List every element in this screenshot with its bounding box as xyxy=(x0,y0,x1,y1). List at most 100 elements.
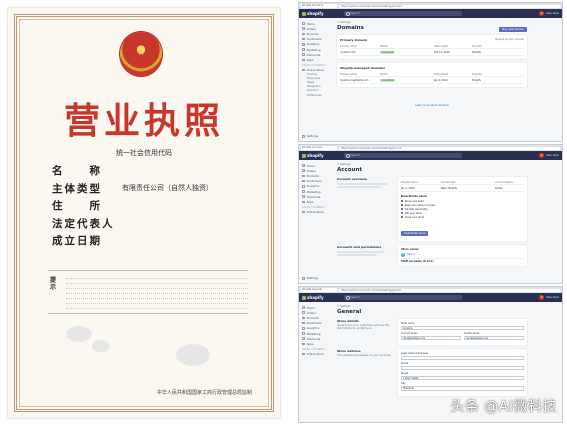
owner-label: Store owner xyxy=(401,248,419,251)
legal-name-field[interactable] xyxy=(401,355,524,361)
sender-email-field[interactable]: rain@example.com xyxy=(464,335,524,341)
search-input[interactable]: Search xyxy=(344,153,462,159)
orders-icon xyxy=(302,27,305,31)
discounts-icon xyxy=(302,53,305,57)
shopify-bag-icon xyxy=(302,295,306,300)
home-icon xyxy=(302,22,305,25)
store-icon xyxy=(302,68,305,72)
staff-heading: Staff accounts (0 of 2) xyxy=(401,258,524,263)
sidebar: Home Orders Products Customers Analytics… xyxy=(299,18,329,141)
phone-field[interactable] xyxy=(401,365,524,371)
address-bar[interactable]: https://mystore.myshopify.com/admin/sett… xyxy=(339,4,560,8)
sidebar: Home Orders Products Customers Analytics… xyxy=(299,160,329,283)
credit-code-label: 统一社会信用代码 xyxy=(116,149,172,157)
account-screenshot: Shopify Account https://mystore.myshopif… xyxy=(298,144,563,284)
search-input[interactable]: Search xyxy=(344,11,462,17)
business-license: ★ 营业执照 统一社会信用代码 名 称 主体类型 有限责任公司（自然人独资） 住… xyxy=(8,8,280,418)
store-name[interactable]: Rain store xyxy=(546,12,559,15)
redaction-blot xyxy=(66,326,92,342)
products-icon xyxy=(302,32,305,36)
store-details-description: Store details Shopify and your customers… xyxy=(337,319,390,330)
sales-channels-heading: SALES CHANNELS xyxy=(302,63,326,67)
page-title: General xyxy=(337,309,362,315)
primary-domain-card: Primary domain Change primary domain Dom… xyxy=(337,35,527,59)
avatar[interactable]: R xyxy=(539,11,545,16)
customers-icon xyxy=(302,37,305,41)
sales-channels-heading: SALES CHANNELS xyxy=(302,347,326,351)
shopify-logo[interactable]: shopify xyxy=(302,153,344,158)
permissions-description: Accounts and permissions xyxy=(337,245,392,270)
field-row-name: 名 称 xyxy=(52,162,213,180)
breadcrumb[interactable]: < Settings xyxy=(337,163,527,166)
sidebar-sub-preferences[interactable]: Preferences xyxy=(299,94,329,98)
store-name-field[interactable]: mystore xyxy=(401,325,524,331)
marketing-icon xyxy=(302,48,305,51)
domains-screenshot: Shopify Domains https://mystore.myshopif… xyxy=(298,2,563,142)
sidebar-item-settings[interactable]: Settings xyxy=(299,276,318,281)
overview-card: Member since Current plan Account status J… xyxy=(398,177,527,241)
license-footer: 中华人民共和国国家工商行政管理总局监制 xyxy=(156,390,252,396)
field-row-address: 住 所 xyxy=(52,197,213,215)
sidebar-item-settings[interactable]: Settings xyxy=(299,134,318,139)
avatar[interactable]: R xyxy=(539,153,545,158)
radio-icon xyxy=(401,203,404,207)
sales-channels-heading: SALES CHANNELS xyxy=(302,205,326,209)
help-footer: Learn more about domains xyxy=(337,91,527,110)
national-emblem-icon: ★ xyxy=(120,32,162,76)
store-details-card: Store name mystore Account email rain@ex… xyxy=(398,319,527,346)
field-row-date: 成立日期 xyxy=(52,232,213,250)
browser-tab[interactable]: Shopify Domains xyxy=(301,4,337,8)
owner-avatar: R xyxy=(401,252,405,257)
discounts-icon xyxy=(302,195,305,199)
shopify-logo[interactable]: shopify xyxy=(302,295,344,300)
license-title: 营业执照 xyxy=(64,100,225,142)
street-field[interactable]: 1 Main Street xyxy=(401,375,524,381)
avatar[interactable]: R xyxy=(539,295,545,300)
buy-domain-button[interactable]: Buy new domain xyxy=(499,27,527,32)
search-input[interactable]: Search xyxy=(344,295,462,301)
browser-tab[interactable]: Shopify General xyxy=(301,288,337,292)
address-bar[interactable]: https://mystore.myshopify.com/admin/sett… xyxy=(339,288,560,292)
address-bar[interactable]: https://mystore.myshopify.com/admin/sett… xyxy=(339,146,560,150)
gear-icon xyxy=(302,135,305,138)
breadcrumb[interactable]: < Settings xyxy=(337,305,527,308)
option-close[interactable]: Close your store xyxy=(401,215,524,219)
learn-more-link[interactable]: Learn more about domains xyxy=(415,104,449,107)
owner-card: Store owner R Rain A. Staff accounts (0 … xyxy=(398,245,527,266)
gear-icon xyxy=(302,277,305,280)
page-title: Account xyxy=(337,167,363,173)
field-label: 住 所 xyxy=(52,200,102,213)
deactivate-button[interactable]: Deactivate store xyxy=(401,231,429,236)
notice-text-lines xyxy=(66,274,248,309)
store-name[interactable]: Rain store xyxy=(546,154,559,157)
store-name[interactable]: Rain store xyxy=(546,296,559,299)
customers-icon xyxy=(302,179,305,183)
city-field[interactable]: Shanghai xyxy=(401,386,524,391)
shopify-logo[interactable]: shopify xyxy=(302,11,344,16)
field-label: 主体类型 xyxy=(52,182,102,195)
field-row-type: 主体类型 有限责任公司（自然人独资） xyxy=(52,180,213,198)
redaction-blot xyxy=(92,340,110,352)
sidebar-item-online-store[interactable]: Online Store xyxy=(299,210,329,215)
domains-main: < Settings Domains Buy new domain Primar… xyxy=(337,21,527,110)
table-row[interactable]: mystore.com Connected Feb 14, 2019 Shopif… xyxy=(340,49,524,56)
analytics-icon xyxy=(302,43,305,46)
notice-heading: 提示 xyxy=(50,277,57,291)
sidebar-item-online-store[interactable]: Online Store xyxy=(299,352,329,357)
sidebar: Home Orders Products Customers Analytics… xyxy=(299,302,329,422)
change-primary-link[interactable]: Change primary domain xyxy=(495,38,524,41)
radio-icon xyxy=(401,199,404,203)
orders-icon xyxy=(302,169,305,173)
owner-name-link[interactable]: Rain A. xyxy=(407,253,416,256)
shopify-bag-icon xyxy=(302,153,306,158)
apps-icon xyxy=(302,58,305,62)
table-row[interactable]: mystore.myshopify.com Connected Jan 2, 2… xyxy=(340,77,524,84)
products-icon xyxy=(302,316,305,320)
orders-icon xyxy=(302,311,305,315)
radio-icon xyxy=(401,215,404,219)
watermark: 头条 @AI微科技 xyxy=(450,399,557,415)
browser-tab[interactable]: Shopify Account xyxy=(301,146,337,150)
status-badge: Connected xyxy=(380,78,395,82)
breadcrumb[interactable]: < Settings xyxy=(337,21,527,24)
account-email-field[interactable]: rain@example.com xyxy=(401,335,461,341)
